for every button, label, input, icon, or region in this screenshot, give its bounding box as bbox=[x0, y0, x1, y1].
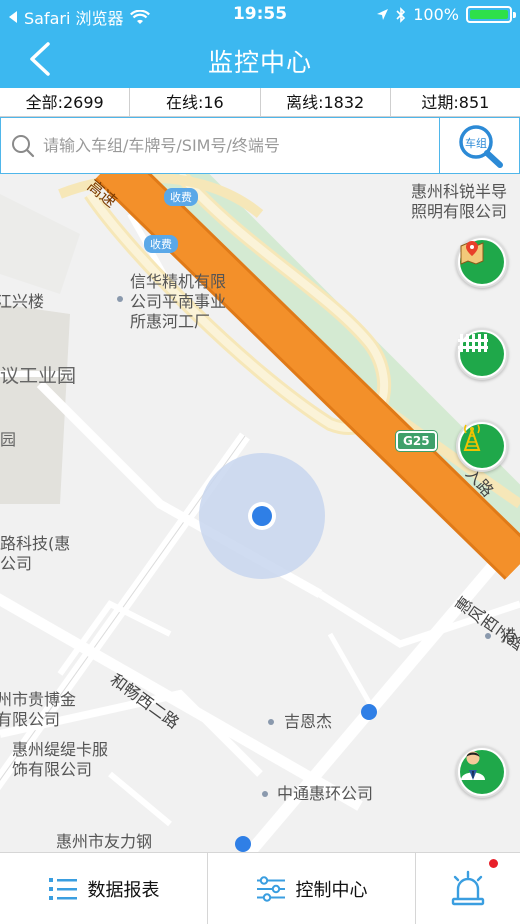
app-root: Safari 浏览器 19:55 100% 监控中心 全部:2699 在线:16… bbox=[0, 0, 520, 924]
map-label-xinglou: 江兴楼 bbox=[0, 292, 45, 311]
map-label-jienjie: 吉恩杰 bbox=[284, 712, 333, 731]
status-right: 100% bbox=[376, 5, 516, 24]
carrier-label: Safari 浏览器 bbox=[24, 9, 124, 28]
sliders-icon bbox=[256, 875, 285, 902]
bluetooth-icon bbox=[396, 6, 406, 23]
signal-tower-icon bbox=[463, 424, 481, 451]
status-bar: Safari 浏览器 19:55 100% bbox=[0, 0, 520, 30]
status-left: Safari 浏览器 bbox=[8, 5, 150, 29]
page-title: 监控中心 bbox=[207, 48, 312, 77]
map-label-xinhua: 信华精机有限 公司平南事业 所惠河工厂 bbox=[130, 272, 227, 331]
toll-badge-2: 收费 bbox=[144, 235, 178, 253]
vehicle-stats-row: 全部:2699 在线:16 离线:1832 过期:851 bbox=[0, 88, 520, 117]
fence-inner bbox=[458, 332, 504, 376]
map-label-kerui: 惠州科锐半导 照明有限公司 bbox=[411, 182, 508, 221]
signal-tower-inner bbox=[460, 424, 504, 468]
stat-offline[interactable]: 离线:1832 bbox=[261, 88, 391, 116]
map-label-titika: 惠州缇缇卡服 饰有限公司 bbox=[12, 740, 109, 779]
signal-tower-button[interactable] bbox=[456, 420, 508, 472]
map-label-guibo: 州市贵博金 有限公司 bbox=[0, 690, 77, 729]
person-avatar-icon bbox=[461, 751, 485, 780]
tab-control-center[interactable]: 控制中心 bbox=[208, 853, 416, 924]
map-view[interactable]: 惠州科锐半导 照明有限公司 信华精机有限 公司平南事业 所惠河工厂 江兴楼 议工… bbox=[0, 174, 520, 852]
tab-control-center-label: 控制中心 bbox=[295, 879, 368, 901]
toll-badge-1: 收费 bbox=[164, 188, 198, 206]
map-label-luke: 路科技(惠 公司 bbox=[0, 534, 71, 573]
alarm-notification-dot bbox=[489, 859, 498, 868]
back-to-app-icon[interactable] bbox=[8, 10, 18, 24]
list-report-icon bbox=[48, 877, 77, 900]
driver-button[interactable] bbox=[456, 746, 508, 798]
map-route-button[interactable] bbox=[456, 236, 508, 288]
alarm-siren-icon bbox=[451, 870, 485, 905]
stat-all[interactable]: 全部:2699 bbox=[0, 88, 131, 116]
bottom-tab-bar: 数据报表 控制中心 bbox=[0, 852, 520, 924]
map-label-youli: 惠州市友力钢 bbox=[56, 832, 153, 851]
search-icon bbox=[12, 135, 35, 158]
vehicle-group-search-button[interactable]: 车组 bbox=[439, 118, 519, 173]
location-arrow-icon bbox=[377, 9, 389, 20]
map-route-inner bbox=[460, 240, 504, 284]
stat-online[interactable]: 在线:16 bbox=[130, 88, 261, 116]
tab-data-report-label: 数据报表 bbox=[87, 879, 160, 901]
tab-data-report[interactable]: 数据报表 bbox=[0, 853, 208, 924]
map-label-yiyuan: 议工业园 bbox=[0, 365, 77, 387]
search-bar: 车组 bbox=[0, 117, 520, 174]
search-input-wrap bbox=[1, 118, 439, 173]
battery-icon bbox=[466, 6, 516, 23]
battery-percent: 100% bbox=[413, 5, 459, 24]
fence-button[interactable] bbox=[456, 328, 508, 380]
nav-bar: 监控中心 bbox=[0, 30, 520, 88]
vehicle-group-label: 车组 bbox=[465, 136, 487, 150]
stat-expired[interactable]: 过期:851 bbox=[391, 88, 520, 116]
vehicle-group-magnifier-icon: 车组 bbox=[458, 124, 503, 168]
wifi-icon bbox=[129, 9, 150, 24]
highway-shield-g25: G25 bbox=[396, 431, 437, 451]
tab-alarm[interactable] bbox=[416, 853, 520, 924]
fence-icon bbox=[458, 334, 488, 352]
map-label-zhongtong: 中通惠环公司 bbox=[277, 784, 374, 803]
driver-inner bbox=[460, 750, 504, 794]
map-pin-icon bbox=[460, 241, 484, 265]
map-label-yuan: 园 bbox=[0, 430, 17, 449]
search-input[interactable] bbox=[1, 118, 439, 173]
